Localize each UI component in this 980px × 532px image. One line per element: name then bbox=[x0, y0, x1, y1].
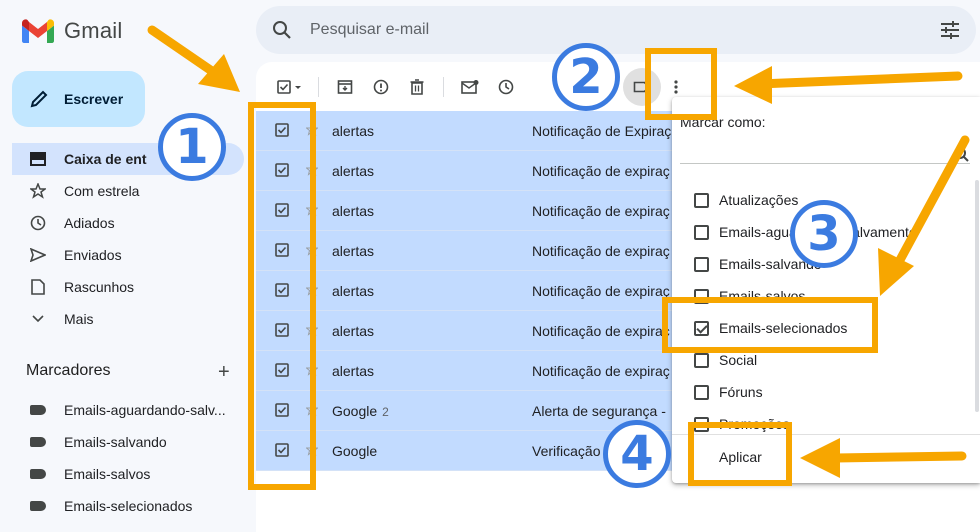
step-number-1: 1 bbox=[158, 113, 226, 181]
step-number-2: 2 bbox=[552, 43, 620, 111]
arrow-to-label-button bbox=[734, 66, 963, 104]
arrow-to-apply bbox=[800, 438, 967, 478]
arrow-to-selected-label bbox=[878, 135, 970, 296]
arrow-to-checkboxes bbox=[147, 25, 240, 92]
step-number-4: 4 bbox=[603, 420, 671, 488]
step-number-3: 3 bbox=[790, 200, 858, 268]
